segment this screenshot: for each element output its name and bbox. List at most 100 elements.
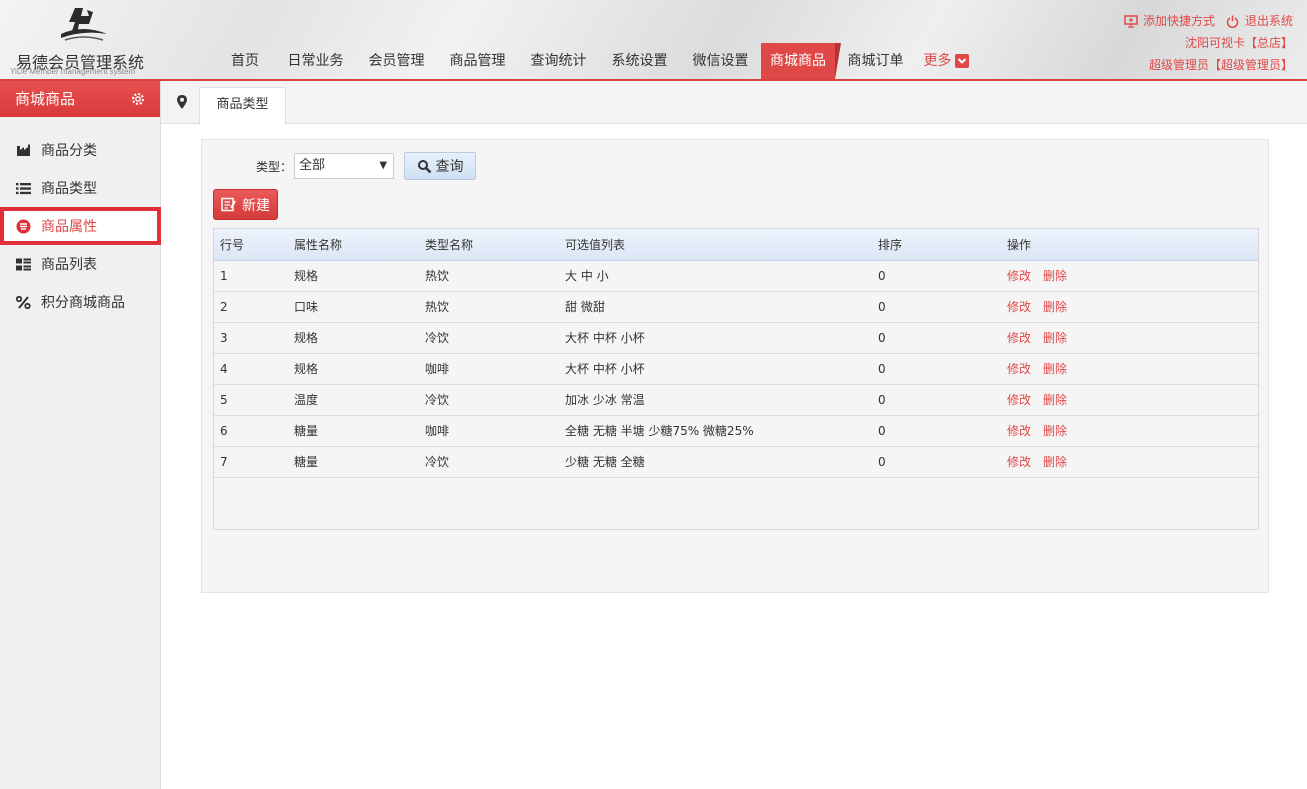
cell-row-no: 1 [220, 268, 228, 283]
nav-mall-goods[interactable]: 商城商品 [761, 43, 841, 79]
cell-type-name: 冷饮 [425, 331, 450, 345]
edit-link[interactable]: 修改 [1007, 362, 1031, 376]
table-row: 1 规格 热饮 大 中 小 0 修改 删除 [214, 260, 1258, 291]
edit-link[interactable]: 修改 [1007, 424, 1031, 438]
edit-link[interactable]: 修改 [1007, 393, 1031, 407]
table-row: 3 规格 冷饮 大杯 中杯 小杯 0 修改 删除 [214, 322, 1258, 353]
main-nav: 首页 日常业务 会员管理 商品管理 查询统计 系统设置 微信设置 商城商品 商城订单 更多 [215, 43, 976, 79]
cell-actions: 修改 删除 [1001, 353, 1258, 384]
type-select[interactable]: 全部 ▼ [294, 153, 395, 179]
header-actions: 操作 [1001, 229, 1258, 261]
logout-link[interactable]: 退出系统 [1245, 10, 1293, 32]
type-filter-label: 类型： [256, 159, 293, 174]
tab-bar: 商品类型 [161, 81, 1307, 125]
new-button[interactable]: 新建 [213, 189, 278, 220]
cell-attr-name: 糖量 [294, 455, 319, 469]
delete-link[interactable]: 删除 [1043, 424, 1067, 438]
gear-icon[interactable] [130, 91, 146, 107]
cell-type-name: 咖啡 [425, 362, 450, 376]
sidebar-title: 商城商品 [15, 90, 76, 108]
nav-wechat[interactable]: 微信设置 [680, 43, 761, 79]
table-body: 1 规格 热饮大 中 小 0 修改 删除 2 口味 热饮甜 微甜 0 修改 删除 3 规格 冷饮 大杯 中杯 … [214, 260, 1258, 477]
cell-values: 少糖 无糖 全糖 [565, 455, 645, 469]
logo: 易德会员管理系统 YiDe Member management system [8, 4, 158, 76]
delete-link[interactable]: 删除 [1043, 393, 1067, 407]
nav-mall-orders[interactable]: 商城订单 [835, 43, 916, 79]
cell-actions: 修改 删除 [1001, 322, 1258, 353]
delete-link[interactable]: 删除 [1043, 455, 1067, 469]
app-subtitle: YiDe Member management system [10, 67, 136, 76]
cell-attr-name: 糖量 [294, 424, 319, 438]
cell-row-no: 7 [220, 454, 228, 469]
sidebar-item-1[interactable]: 商品分类 [0, 131, 160, 169]
cell-type-name: 冷饮 [425, 455, 450, 469]
delete-link[interactable]: 删除 [1043, 300, 1067, 314]
header-sort: 排序 [872, 229, 1001, 261]
caret-down-icon: ▼ [379, 160, 388, 171]
store-link[interactable]: 沈阳可视卡【总店】 [1185, 32, 1293, 54]
nav-home[interactable]: 首页 [215, 43, 275, 79]
query-button[interactable]: 查询 [404, 152, 477, 180]
filter-bar: 类型： 全部 ▼ 查询 [256, 152, 477, 180]
cell-row-no: 5 [220, 392, 228, 407]
table-row: 6 糖量 咖啡 全糖 无糖 半塘 少糖75% 微糖25% 0 修改 删除 [214, 415, 1258, 446]
tag-circle-icon [15, 218, 31, 234]
edit-link[interactable]: 修改 [1007, 269, 1031, 283]
add-shortcut-link[interactable]: 添加快捷方式 [1143, 10, 1215, 32]
cell-values: 大杯 中杯 小杯 [565, 362, 645, 376]
cell-sort: 0 [878, 423, 886, 438]
edit-link[interactable]: 修改 [1007, 331, 1031, 345]
cell-values: 大杯 中杯 小杯 [565, 331, 645, 345]
delete-link[interactable]: 删除 [1043, 331, 1067, 345]
header-attr-name: 属性名称 [288, 229, 419, 261]
cell-attr-name: 温度 [294, 393, 319, 407]
cell-sort: 0 [878, 361, 886, 376]
cell-values: 加冰 少冰 常温 [565, 393, 645, 407]
nav-more[interactable]: 更多 [916, 43, 976, 79]
cell-values: 全糖 无糖 半塘 少糖75% 微糖25% [565, 424, 754, 438]
attribute-table: 行号 属性名称 类型名称 可选值列表 排序 操作 1 规格 热饮大 中 小 0 修改 删除… [213, 228, 1259, 530]
type-select-value: 全部 [299, 158, 326, 173]
cell-sort: 0 [878, 268, 886, 283]
table-header-row: 行号 属性名称 类型名称 可选值列表 排序 操作 [214, 229, 1258, 261]
percent-icon [15, 294, 31, 310]
sidebar-item-5[interactable]: 积分商城商品 [0, 283, 160, 321]
nav-goods[interactable]: 商品管理 [437, 43, 518, 79]
delete-link[interactable]: 删除 [1043, 269, 1067, 283]
chevron-down-icon [954, 54, 969, 68]
sidebar-item-2[interactable]: 商品类型 [0, 169, 160, 207]
list-icon [15, 180, 31, 196]
query-button-label: 查询 [435, 159, 464, 175]
nav-query[interactable]: 查询统计 [518, 43, 599, 79]
sidebar-item-label: 积分商城商品 [41, 295, 125, 311]
cell-sort: 0 [878, 330, 886, 345]
header-type-name: 类型名称 [419, 229, 559, 261]
edit-link[interactable]: 修改 [1007, 300, 1031, 314]
sidebar-item-4[interactable]: 商品列表 [0, 245, 160, 283]
table-row: 7 糖量 冷饮 少糖 无糖 全糖 0 修改 删除 [214, 446, 1258, 477]
tab-current[interactable]: 商品类型 [199, 87, 286, 125]
location-pin-icon [177, 95, 187, 109]
search-icon [417, 159, 431, 173]
cell-row-no: 4 [220, 361, 228, 376]
sidebar-header: 商城商品 [0, 81, 160, 117]
new-button-label: 新建 [242, 197, 270, 214]
content-panel: 类型： 全部 ▼ 查询 新建 行号 属性名称 类型名称 可选值列表 排序 操作 … [201, 139, 1269, 593]
edit-doc-icon [221, 197, 236, 212]
cell-actions: 修改 删除 [1001, 446, 1258, 477]
delete-link[interactable]: 删除 [1043, 362, 1067, 376]
nav-member[interactable]: 会员管理 [356, 43, 437, 79]
monitor-icon [1123, 13, 1139, 29]
sidebar: 商城商品 商品分类商品类型商品属性 商品列表积分商城商品 [0, 81, 161, 789]
nav-daily[interactable]: 日常业务 [275, 43, 356, 79]
sidebar-item-label: 商品类型 [41, 181, 97, 197]
grid-list-icon [15, 256, 31, 272]
cell-sort: 0 [878, 392, 886, 407]
user-link[interactable]: 超级管理员【超级管理员】 [1149, 54, 1293, 76]
cell-attr-name: 规格 [294, 362, 319, 376]
cell-sort: 0 [878, 299, 886, 314]
user-panel: 添加快捷方式 退出系统 沈阳可视卡【总店】 超级管理员【超级管理员】 [1123, 10, 1293, 76]
edit-link[interactable]: 修改 [1007, 455, 1031, 469]
nav-settings[interactable]: 系统设置 [599, 43, 680, 79]
sidebar-item-3[interactable]: 商品属性 [0, 207, 161, 245]
